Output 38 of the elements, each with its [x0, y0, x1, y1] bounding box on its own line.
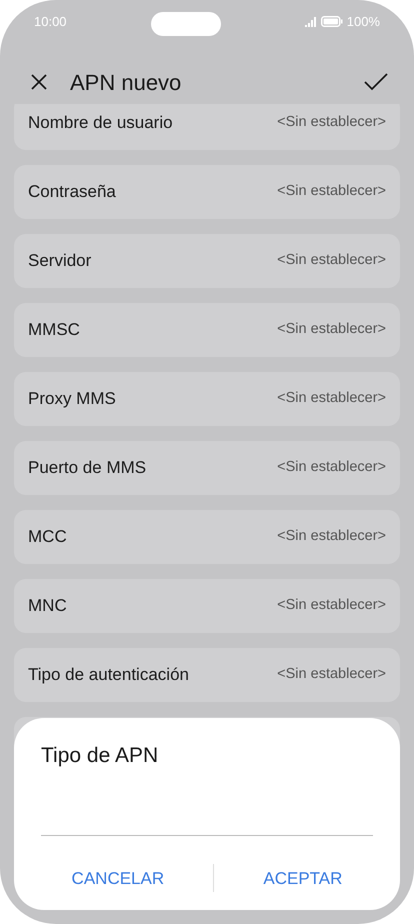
setting-label: Puerto de MMS [28, 457, 146, 480]
camera-cutout [150, 12, 221, 36]
setting-row[interactable]: Tipo de autenticación <Sin establecer> [14, 648, 400, 702]
setting-row[interactable]: Contraseña <Sin establecer> [14, 165, 400, 219]
dialog-title: Tipo de APN [41, 743, 160, 769]
setting-row[interactable]: MCC <Sin establecer> [14, 510, 400, 564]
close-icon[interactable] [30, 73, 48, 91]
setting-label: Servidor [28, 250, 92, 272]
setting-value: <Sin establecer> [277, 596, 386, 616]
accept-button[interactable]: ACEPTAR [251, 860, 354, 897]
page-title: APN nuevo [70, 68, 182, 96]
setting-row[interactable]: MMSC <Sin establecer> [14, 303, 400, 357]
setting-label: MNC [28, 595, 67, 618]
status-time: 10:00 [34, 13, 67, 31]
setting-value: <Sin establecer> [277, 320, 386, 340]
setting-label: Contraseña [28, 181, 116, 204]
signal-icon [304, 16, 317, 27]
setting-value: <Sin establecer> [277, 113, 386, 132]
setting-value: <Sin establecer> [277, 251, 386, 270]
setting-value: <Sin establecer> [277, 389, 386, 408]
cancel-button[interactable]: CANCELAR [60, 860, 176, 897]
setting-row[interactable]: Proxy MMS <Sin establecer> [14, 372, 400, 426]
setting-row[interactable]: Servidor <Sin establecer> [14, 234, 400, 288]
setting-label: Nombre de usuario [28, 112, 173, 134]
setting-row[interactable]: Puerto de MMS <Sin establecer> [14, 441, 400, 495]
battery-icon [320, 16, 343, 28]
setting-value: <Sin establecer> [277, 527, 386, 546]
check-icon[interactable] [364, 73, 388, 91]
setting-row[interactable]: Nombre de usuario <Sin establecer> [14, 104, 400, 150]
setting-value: <Sin establecer> [277, 665, 386, 684]
setting-label: Tipo de autenticación [28, 664, 189, 686]
setting-label: MMSC [28, 319, 80, 342]
setting-value: <Sin establecer> [277, 182, 386, 202]
battery-level: 100% [346, 13, 380, 31]
setting-row[interactable]: MNC <Sin establecer> [14, 579, 400, 633]
setting-value: <Sin establecer> [277, 458, 386, 478]
setting-label: MCC [28, 526, 67, 548]
setting-label: Proxy MMS [28, 388, 116, 410]
